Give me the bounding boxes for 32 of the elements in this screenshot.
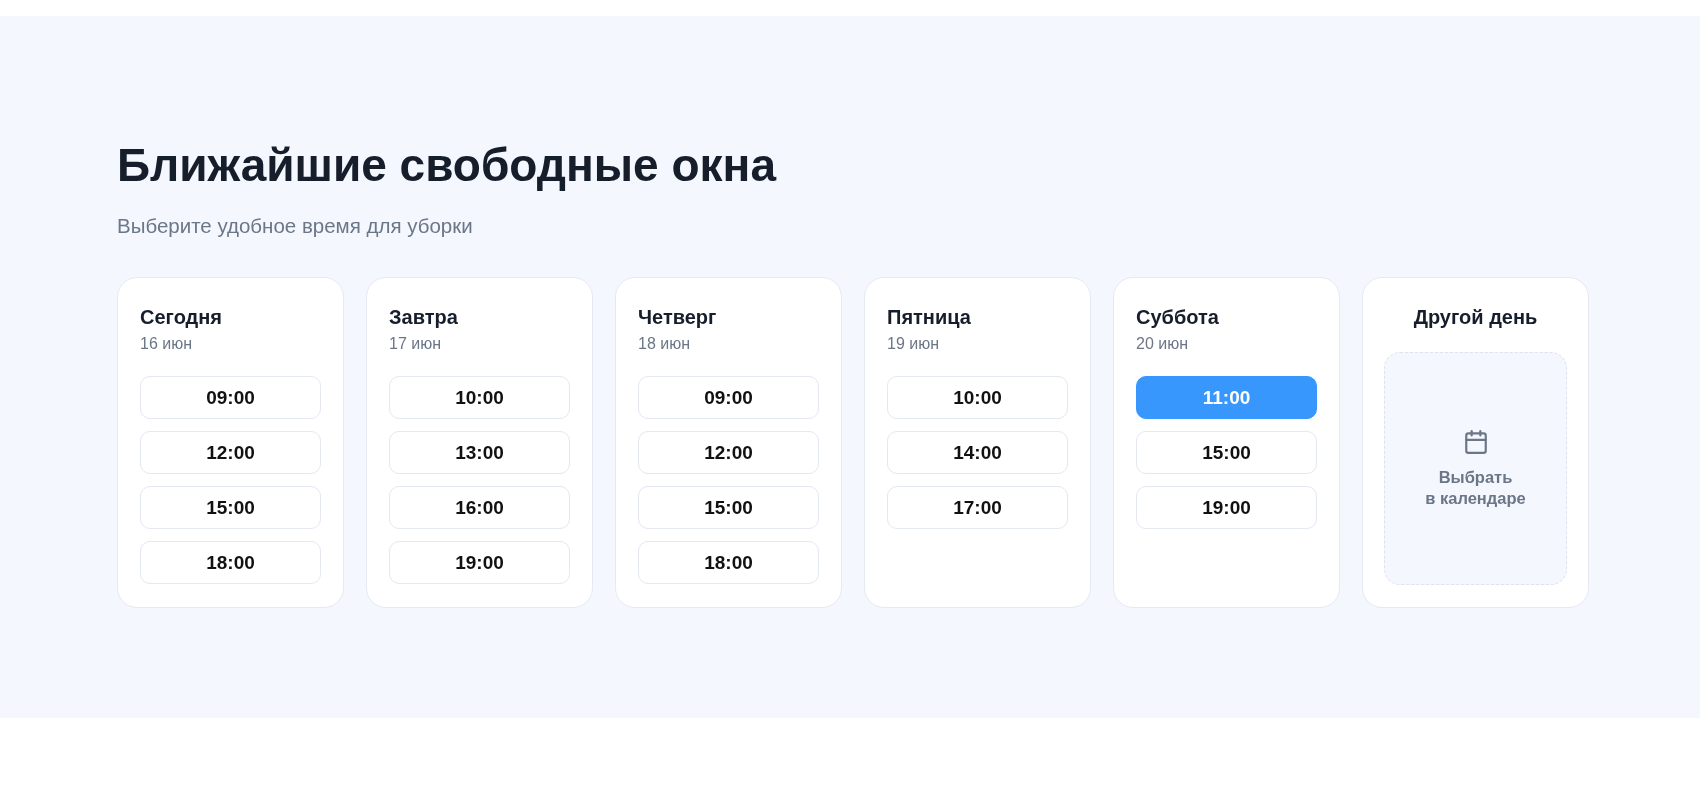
time-slot-button[interactable]: 10:00 <box>887 376 1068 419</box>
day-date: 20 июн <box>1136 334 1188 354</box>
time-slot-button[interactable]: 10:00 <box>389 376 570 419</box>
time-slot-button[interactable]: 12:00 <box>140 431 321 474</box>
time-slot-button[interactable]: 18:00 <box>638 541 819 584</box>
time-slot-button[interactable]: 19:00 <box>389 541 570 584</box>
calendar-icon <box>1462 428 1489 455</box>
day-title: Сегодня <box>140 305 223 329</box>
time-slot-button[interactable]: 17:00 <box>887 486 1068 529</box>
day-title: Суббота <box>1136 305 1219 329</box>
time-slot-button[interactable]: 12:00 <box>638 431 819 474</box>
calendar-picker-button[interactable]: Выбрать в календаре <box>1384 352 1567 585</box>
day-title: Пятница <box>887 305 971 329</box>
time-slot-button[interactable]: 13:00 <box>389 431 570 474</box>
time-slot-button[interactable]: 15:00 <box>638 486 819 529</box>
time-slot-button[interactable]: 15:00 <box>1136 431 1317 474</box>
day-date: 16 июн <box>140 334 192 354</box>
time-slot-button[interactable]: 14:00 <box>887 431 1068 474</box>
time-slot-button[interactable]: 09:00 <box>140 376 321 419</box>
day-date: 19 июн <box>887 334 939 354</box>
time-slot-button[interactable]: 19:00 <box>1136 486 1317 529</box>
day-date: 18 июн <box>638 334 690 354</box>
day-title: Другой день <box>1413 305 1538 329</box>
time-slot-button[interactable]: 16:00 <box>389 486 570 529</box>
time-slot-button[interactable]: 09:00 <box>638 376 819 419</box>
time-slot-button[interactable]: 15:00 <box>140 486 321 529</box>
day-date: 17 июн <box>389 334 441 354</box>
day-title: Завтра <box>389 305 458 329</box>
section-subtitle: Выберите удобное время для уборки <box>117 213 473 238</box>
day-title: Четверг <box>638 305 717 329</box>
section-title: Ближайшие свободные окна <box>117 138 776 193</box>
time-slot-button[interactable]: 18:00 <box>140 541 321 584</box>
